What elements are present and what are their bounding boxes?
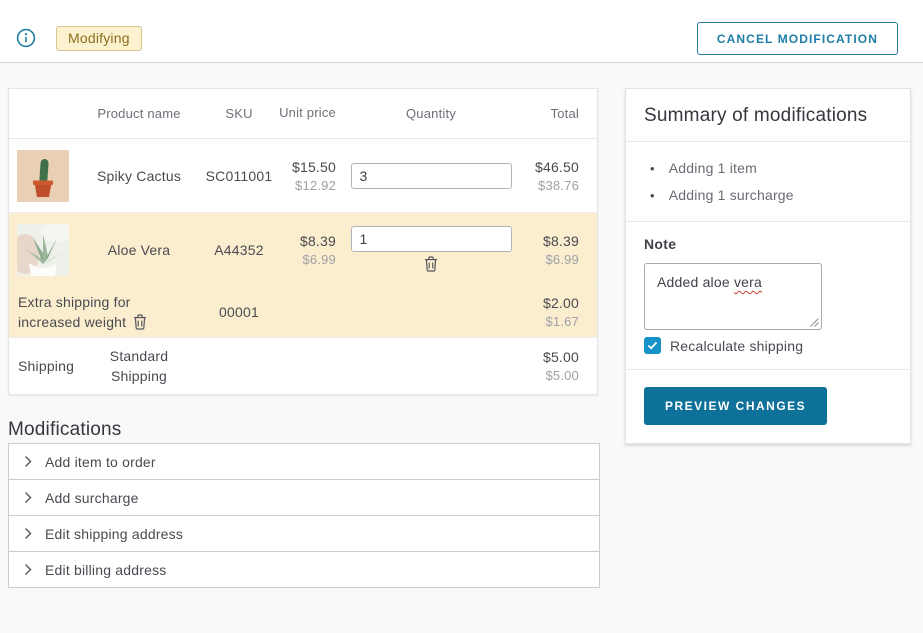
summary-item: Adding 1 surcharge [650, 182, 892, 209]
table-row-aloe-vera: Aloe Vera A44352 $8.39 $6.99 $8.39 $6.99 [9, 213, 597, 287]
accordion-edit-shipping-address[interactable]: Edit shipping address [8, 515, 600, 552]
surcharge-sku: 00001 [201, 304, 277, 320]
quantity-input-spiky-cactus[interactable] [351, 163, 512, 189]
modification-summary-list: Adding 1 item Adding 1 surcharge [626, 142, 910, 222]
accordion-add-item-to-order[interactable]: Add item to order [8, 443, 600, 480]
shipping-label: Shipping [9, 358, 77, 374]
product-image-spiky-cactus [9, 150, 77, 202]
product-name: Aloe Vera [77, 242, 201, 258]
info-circle-icon[interactable] [16, 28, 36, 48]
cancel-modification-button[interactable]: CANCEL MODIFICATION [697, 22, 898, 55]
surcharge-label-text: Extra shipping for increased weight [18, 294, 131, 330]
total-price: $2.00 [521, 295, 579, 311]
summary-of-modifications-panel: Summary of modifications Adding 1 item A… [625, 88, 911, 444]
panel-title: Summary of modifications [626, 89, 910, 142]
product-name: Spiky Cactus [77, 168, 201, 184]
modifications-accordion: Add item to order Add surcharge Edit shi… [8, 443, 600, 588]
shipping-method-text: Standard Shipping [98, 346, 180, 387]
column-header-sku: SKU [201, 106, 277, 121]
accordion-label: Add item to order [45, 454, 156, 470]
note-label: Note [644, 236, 892, 252]
order-items-table: Product name SKU Unit price Quantity Tot… [8, 88, 598, 395]
shipping-method: Standard Shipping [77, 346, 201, 387]
status-badge: Modifying [56, 26, 142, 51]
total-price: $5.00 [521, 349, 579, 365]
chevron-right-icon [24, 455, 32, 468]
note-textarea[interactable]: Added aloe vera [644, 263, 822, 330]
remove-aloe-vera-button[interactable] [421, 254, 441, 274]
trash-icon [133, 314, 147, 330]
product-image-aloe-vera [9, 224, 77, 276]
trash-icon [424, 256, 438, 272]
note-text: Added aloe [657, 274, 734, 290]
unit-price: $8.39 [277, 233, 336, 249]
accordion-label: Add surcharge [45, 490, 139, 506]
total-price-secondary: $38.76 [521, 178, 579, 193]
total-cell: $2.00 $1.67 [521, 295, 597, 329]
unit-price-secondary: $12.92 [277, 178, 336, 193]
table-header-row: Product name SKU Unit price Quantity Tot… [9, 89, 597, 139]
unit-price-cell: $15.50 $12.92 [277, 159, 341, 193]
accordion-add-surcharge[interactable]: Add surcharge [8, 479, 600, 516]
top-bar: Modifying CANCEL MODIFICATION [0, 0, 923, 63]
total-price: $46.50 [521, 159, 579, 175]
unit-price-cell: $8.39 $6.99 [277, 233, 341, 267]
product-sku: A44352 [201, 242, 277, 258]
table-row-shipping: Shipping Standard Shipping $5.00 $5.00 [9, 337, 597, 394]
quantity-cell [341, 226, 521, 274]
column-header-unit-price: Unit price [277, 104, 341, 123]
recalculate-shipping-label: Recalculate shipping [670, 338, 803, 354]
panel-footer: PREVIEW CHANGES [626, 369, 910, 443]
quantity-cell [341, 163, 521, 189]
column-header-quantity: Quantity [341, 106, 521, 121]
chevron-right-icon [24, 527, 32, 540]
recalculate-shipping-checkbox[interactable] [644, 337, 661, 354]
chevron-right-icon [24, 491, 32, 504]
total-cell: $5.00 $5.00 [521, 349, 597, 383]
surcharge-label: Extra shipping for increased weight [9, 292, 201, 333]
unit-price: $15.50 [277, 159, 336, 175]
note-misspelled-word: vera [734, 274, 762, 290]
total-price-secondary: $1.67 [521, 314, 579, 329]
remove-surcharge-button[interactable] [130, 312, 150, 332]
total-cell: $8.39 $6.99 [521, 233, 597, 267]
accordion-label: Edit billing address [45, 562, 167, 578]
preview-changes-button[interactable]: PREVIEW CHANGES [644, 387, 827, 425]
unit-price-secondary: $6.99 [277, 252, 336, 267]
quantity-input-aloe-vera[interactable] [351, 226, 512, 252]
accordion-label: Edit shipping address [45, 526, 183, 542]
total-cell: $46.50 $38.76 [521, 159, 597, 193]
column-header-product: Product name [77, 106, 201, 121]
total-price-secondary: $5.00 [521, 368, 579, 383]
note-section: Note Added aloe vera Recalculate shippin… [626, 222, 910, 354]
table-row-spiky-cactus: Spiky Cactus SC011001 $15.50 $12.92 $46.… [9, 139, 597, 213]
chevron-right-icon [24, 563, 32, 576]
table-row-surcharge: Extra shipping for increased weight 0000… [9, 287, 597, 337]
column-header-total: Total [521, 106, 597, 121]
summary-item: Adding 1 item [650, 155, 892, 182]
total-price-secondary: $6.99 [521, 252, 579, 267]
modifications-title: Modifications [8, 419, 121, 441]
total-price: $8.39 [521, 233, 579, 249]
check-icon [647, 341, 658, 350]
product-sku: SC011001 [201, 168, 277, 184]
resize-handle-icon[interactable] [809, 317, 819, 327]
accordion-edit-billing-address[interactable]: Edit billing address [8, 551, 600, 588]
recalculate-shipping-option[interactable]: Recalculate shipping [644, 337, 892, 354]
